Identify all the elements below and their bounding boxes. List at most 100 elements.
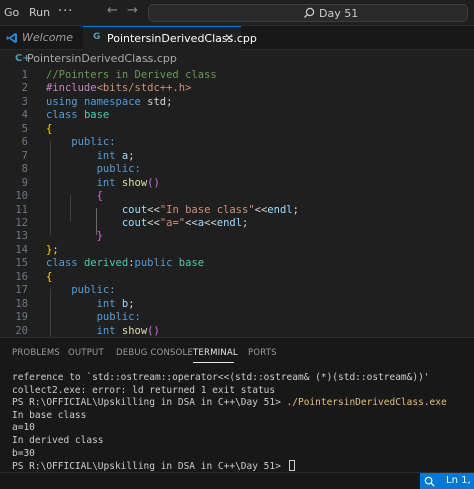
code-line[interactable]: 12 cout<<"a="<<a<<endl; xyxy=(0,217,474,231)
code-token: public xyxy=(134,257,173,270)
close-tab-icon[interactable]: ✕ xyxy=(224,31,234,45)
line-number: 6 xyxy=(21,136,28,149)
terminal-text: PS R:\OFFICIAL\Upskilling in DSA in C++\… xyxy=(12,397,287,409)
code-line[interactable]: 17 public: xyxy=(0,284,474,298)
forward-arrow-icon[interactable]: → xyxy=(127,3,138,18)
terminal-line: In derived class xyxy=(12,435,104,448)
tab-welcome[interactable]: Welcome xyxy=(0,26,83,50)
line-number: 4 xyxy=(21,109,28,122)
code-line[interactable]: 15 class derived:public base xyxy=(0,257,474,271)
code-token: class xyxy=(46,109,78,122)
code-token: { xyxy=(46,122,53,135)
code-line[interactable]: 11 cout<<"In base class"<<endl; xyxy=(0,204,474,218)
terminal-line: PS R:\OFFICIAL\Upskilling in DSA in C++\… xyxy=(12,397,447,410)
tab-debug-console[interactable]: DEBUG CONSOLE xyxy=(116,348,193,358)
line-number: 18 xyxy=(15,297,28,310)
breadcrumb-separator: › xyxy=(136,51,141,64)
code-text: int b; xyxy=(46,298,135,312)
code-line[interactable]: 20 int show() xyxy=(0,325,474,337)
code-token: () xyxy=(147,176,160,189)
line-number: 14 xyxy=(15,243,28,256)
code-line[interactable]: 5{ xyxy=(0,123,474,137)
code-token: //Pointers in Derived class xyxy=(46,69,217,81)
code-line[interactable]: 8 public: xyxy=(0,163,474,177)
editor-tab-bar: Welcome G PointersinDerivedClass.cpp ✕ xyxy=(0,26,474,50)
code-line[interactable]: 18 int b; xyxy=(0,298,474,312)
terminal-line: b=30 xyxy=(12,448,35,461)
command-center-search[interactable]: Day 51 xyxy=(148,4,468,22)
code-token: public: xyxy=(46,311,141,324)
breadcrumb-more[interactable]: ... xyxy=(146,52,157,65)
back-arrow-icon[interactable]: ← xyxy=(107,3,118,18)
code-token: ; xyxy=(128,297,135,310)
code-line[interactable]: 3 using namespace std; xyxy=(0,96,474,110)
tab-terminal[interactable]: TERMINAL xyxy=(193,348,238,358)
cursor-position[interactable]: Ln 1, Col 1 xyxy=(440,473,474,489)
tab-problems[interactable]: PROBLEMS xyxy=(12,348,60,358)
code-token: int xyxy=(96,297,116,310)
line-number: 8 xyxy=(21,163,28,176)
code-line[interactable]: 19 public: xyxy=(0,311,474,325)
code-line[interactable]: 13 } xyxy=(0,230,474,244)
cpp-file-icon: G xyxy=(93,32,101,42)
code-text: { xyxy=(46,271,52,285)
code-text: using namespace std; xyxy=(46,96,172,110)
code-text: { xyxy=(46,190,103,204)
code-line[interactable]: 14}; xyxy=(0,244,474,258)
breadcrumb: C+ PointersinDerivedClass.cpp › ... xyxy=(0,50,474,67)
code-text: int a; xyxy=(46,150,135,164)
menu-go[interactable]: Go xyxy=(4,6,19,19)
terminal-text: In derived class xyxy=(12,435,104,446)
vscode-icon xyxy=(6,33,17,43)
zoom-button[interactable] xyxy=(420,473,440,489)
terminal-text: In base class xyxy=(12,409,87,421)
code-line[interactable]: 16 { xyxy=(0,271,474,285)
code-text: public: xyxy=(46,163,141,177)
terminal-text: collect2.exe: error: ld returned 1 exit … xyxy=(12,384,276,396)
code-token: << xyxy=(204,216,217,229)
code-token: { xyxy=(96,190,103,203)
code-token: }; xyxy=(46,243,59,256)
code-token: "In base class" xyxy=(159,203,255,216)
tab-pointers-in-derived-class[interactable]: G PointersinDerivedClass.cpp ✕ xyxy=(83,26,257,50)
code-token: << xyxy=(147,216,160,229)
code-line[interactable]: 2 #include<bits/stdc++.h> xyxy=(0,82,474,96)
code-token: public: xyxy=(46,136,116,149)
code-editor[interactable]: 1 //Pointers in Derived class 2 #include<bi… xyxy=(0,67,474,337)
menu-run[interactable]: Run xyxy=(29,6,50,19)
line-number: 12 xyxy=(15,216,28,229)
terminal-line: In base class xyxy=(12,410,86,423)
terminal-text: a=10 xyxy=(12,422,35,434)
code-line[interactable]: 9 int show() xyxy=(0,177,474,191)
line-number: 7 xyxy=(21,149,28,162)
line-number: 11 xyxy=(15,203,28,216)
search-icon xyxy=(304,7,315,18)
code-token: using xyxy=(46,95,78,108)
terminal-text: reference to `std::ostream::operator<<(s… xyxy=(12,372,430,383)
terminal-text: ./PointersinDerivedClass.exe xyxy=(286,397,447,409)
search-text: Day 51 xyxy=(319,7,359,20)
tab-output[interactable]: OUTPUT xyxy=(68,348,104,358)
code-token: cout xyxy=(121,203,148,216)
code-line[interactable]: 7 int a; xyxy=(0,150,474,164)
code-line[interactable]: 4 class base xyxy=(0,109,474,123)
active-tab-indicator xyxy=(193,362,234,363)
code-token: () xyxy=(147,324,160,337)
line-number: 5 xyxy=(21,122,28,135)
code-token: } xyxy=(96,230,103,243)
code-token: base xyxy=(83,109,110,122)
code-line[interactable]: 10 { xyxy=(0,190,474,204)
code-token: namespace xyxy=(83,95,141,108)
line-number: 9 xyxy=(21,176,28,189)
tab-ports[interactable]: PORTS xyxy=(248,348,277,358)
code-token: { xyxy=(46,270,53,283)
more-menu-icon[interactable]: ··· xyxy=(58,4,73,19)
terminal-line: reference to `std::ostream::operator<<(s… xyxy=(12,372,430,385)
code-line[interactable]: 1 //Pointers in Derived class xyxy=(0,69,474,83)
code-line[interactable]: 6 public: xyxy=(0,136,474,150)
code-token: #include xyxy=(46,82,97,95)
